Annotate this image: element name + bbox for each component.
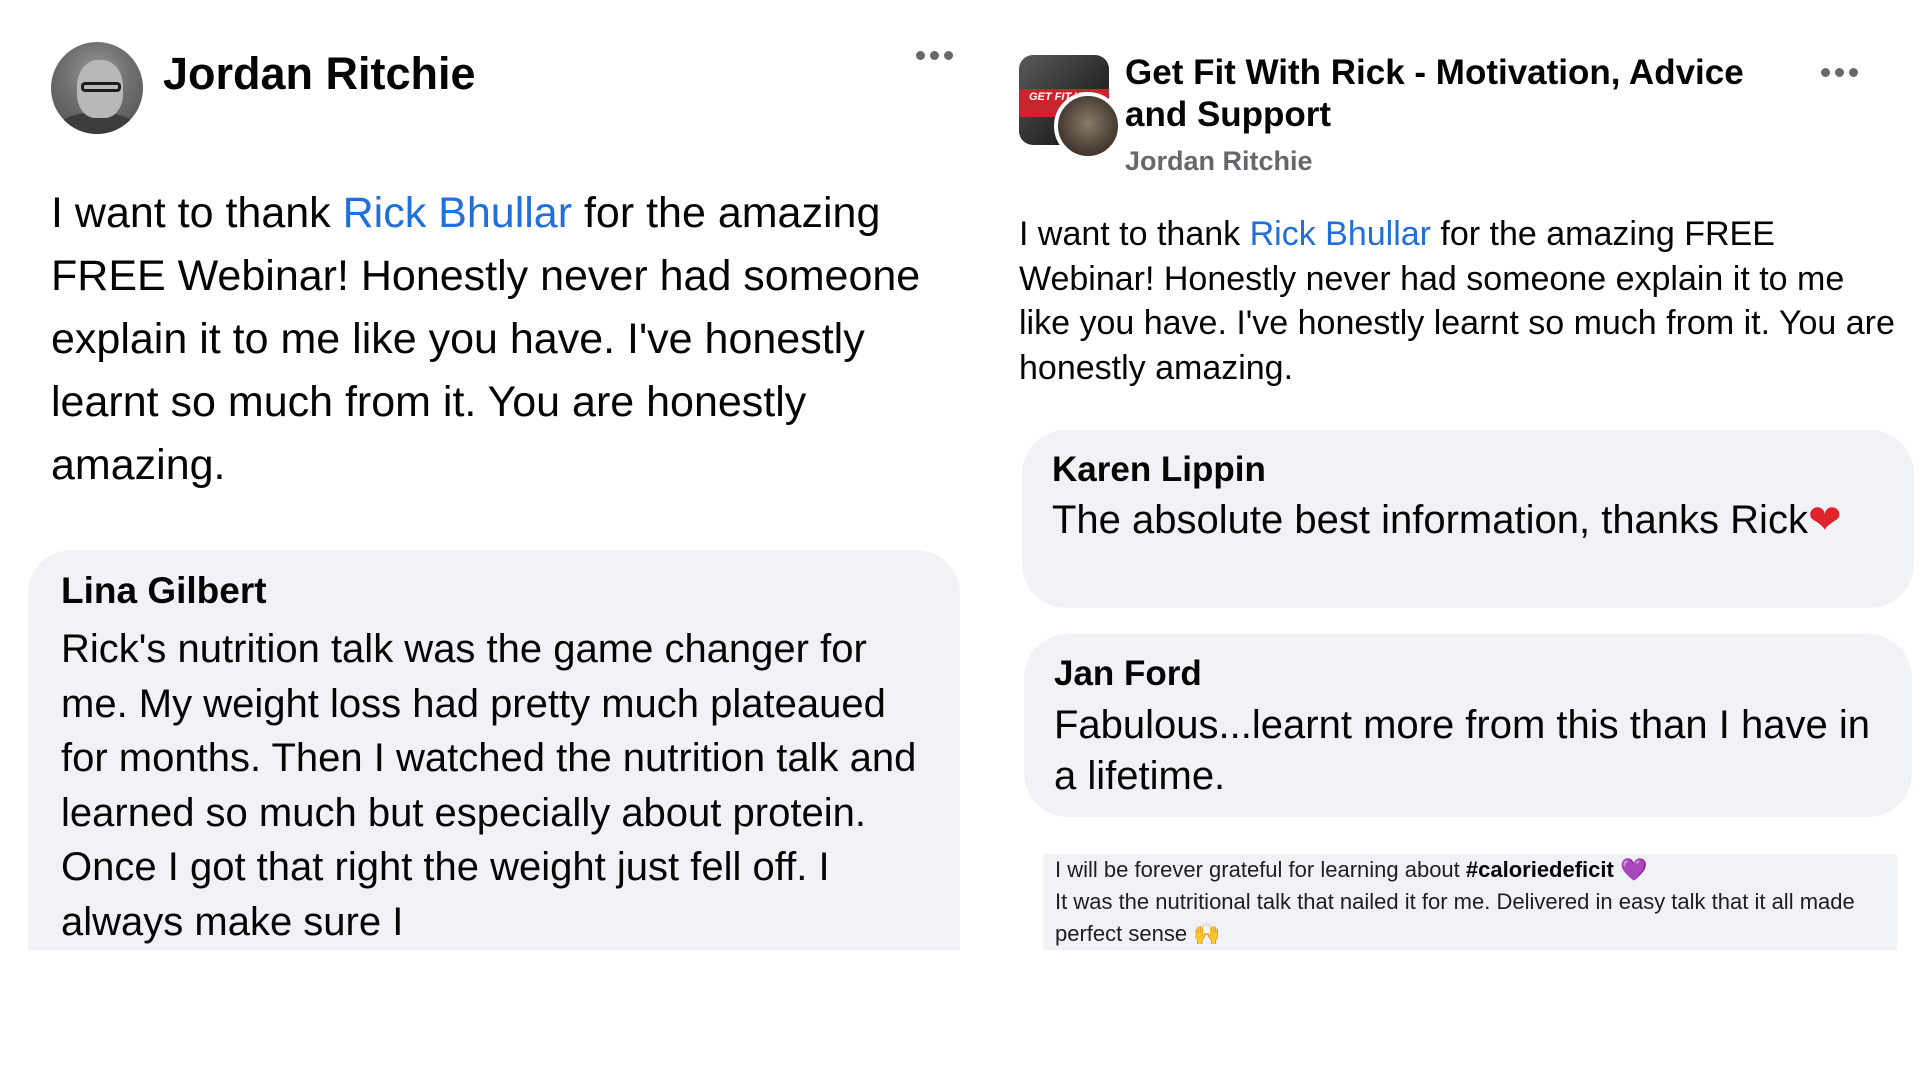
- comment-author[interactable]: Karen Lippin: [1052, 450, 1266, 490]
- mention-link[interactable]: Rick Bhullar: [343, 189, 572, 237]
- comment-author[interactable]: Lina Gilbert: [61, 570, 267, 612]
- post-author-name[interactable]: Jordan Ritchie: [163, 48, 476, 100]
- more-options-icon[interactable]: [916, 40, 953, 70]
- avatar-glasses: [81, 82, 121, 92]
- post-text: I want to thank Rick Bhullar for the ama…: [1019, 212, 1899, 390]
- dot: [944, 50, 953, 60]
- post-text-start: I want to thank: [51, 189, 343, 237]
- author-mini-avatar[interactable]: [1054, 92, 1122, 160]
- comment-author[interactable]: Jan Ford: [1054, 654, 1202, 694]
- dot: [1849, 67, 1858, 77]
- mention-link[interactable]: Rick Bhullar: [1250, 215, 1431, 253]
- comment-bubble: Lina Gilbert Rick's nutrition talk was t…: [28, 550, 960, 950]
- comment-bubble: Jan Ford Fabulous...learnt more from thi…: [1024, 634, 1912, 817]
- post-text-start: I want to thank: [1019, 215, 1250, 253]
- note-text-start: I will be forever grateful for learning …: [1055, 857, 1466, 882]
- author-avatar[interactable]: [51, 42, 143, 134]
- dot: [1821, 67, 1830, 77]
- comment-text: Rick's nutrition talk was the game chang…: [61, 627, 917, 944]
- more-options-icon[interactable]: [1821, 57, 1858, 87]
- dot: [1835, 67, 1844, 77]
- testimonial-note: I will be forever grateful for learning …: [1043, 854, 1897, 950]
- dot: [916, 50, 925, 60]
- raised-hands-icon: 🙌: [1193, 921, 1221, 946]
- testimonial-text: I will be forever grateful for learning …: [1055, 854, 1895, 950]
- dot: [930, 50, 939, 60]
- note-text-line2: It was the nutritional talk that nailed …: [1055, 889, 1855, 946]
- post-text: I want to thank Rick Bhullar for the ama…: [51, 182, 971, 497]
- hashtag-link[interactable]: #caloriedeficit: [1466, 857, 1614, 882]
- comment-bubble: Karen Lippin The absolute best informati…: [1022, 430, 1914, 608]
- comment-text: Fabulous...learnt more from this than I …: [1054, 703, 1870, 798]
- red-heart-icon: ❤: [1807, 498, 1842, 542]
- post-author-name[interactable]: Jordan Ritchie: [1125, 146, 1313, 177]
- comment-text-body: The absolute best information, thanks Ri…: [1052, 498, 1808, 542]
- comment-text: The absolute best information, thanks Ri…: [1052, 494, 1892, 546]
- purple-heart-icon: 💜: [1619, 857, 1648, 882]
- group-name[interactable]: Get Fit With Rick - Motivation, Advice a…: [1125, 52, 1805, 136]
